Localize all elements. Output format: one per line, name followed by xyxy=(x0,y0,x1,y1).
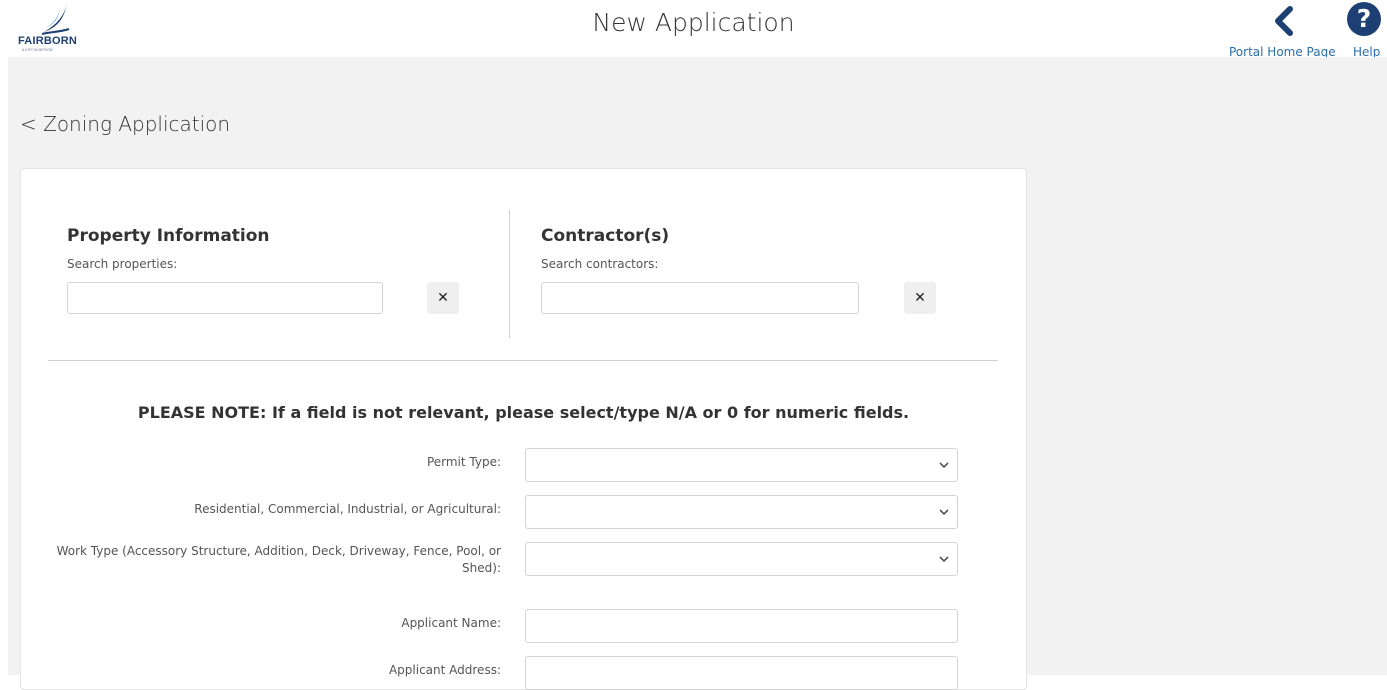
applicant-name-label: Applicant Name: xyxy=(401,616,501,630)
portal-home-link[interactable]: Portal Home Page xyxy=(1225,2,1340,59)
page-title: New Application xyxy=(592,8,795,37)
property-section-title: Property Information xyxy=(67,226,270,246)
back-link-zoning-application[interactable]: < Zoning Application xyxy=(20,112,230,136)
property-clear-button[interactable]: ✕ xyxy=(427,282,459,314)
contractors-search-hint: Search contractors: xyxy=(541,257,659,271)
notice-text: PLEASE NOTE: If a field is not relevant,… xyxy=(137,403,910,422)
app-header: FAIRBORN A CITY IN MOTION New Applicatio… xyxy=(0,0,1387,59)
section-divider-vertical xyxy=(509,210,510,338)
close-icon: ✕ xyxy=(914,290,926,306)
applicant-address-label: Applicant Address: xyxy=(388,663,501,677)
application-card: Property Information Search properties: … xyxy=(20,168,1027,690)
property-search-input[interactable] xyxy=(67,282,383,314)
applicant-name-input[interactable] xyxy=(525,609,958,643)
contractors-clear-button[interactable]: ✕ xyxy=(904,282,936,314)
chevron-down-icon xyxy=(939,509,949,516)
close-icon: ✕ xyxy=(437,290,449,306)
permit-type-select[interactable] xyxy=(525,448,958,482)
work-type-select[interactable] xyxy=(525,542,958,576)
property-class-select[interactable] xyxy=(525,495,958,529)
help-link[interactable]: ? Help xyxy=(1343,2,1383,59)
logo-subtext: A CITY IN MOTION xyxy=(22,48,53,52)
section-divider-horizontal xyxy=(48,360,998,361)
property-class-label: Residential, Commercial, Industrial, or … xyxy=(194,502,501,516)
work-type-label: Work Type (Accessory Structure, Addition… xyxy=(56,544,501,575)
chevron-down-icon xyxy=(939,556,949,563)
applicant-address-input[interactable] xyxy=(525,656,958,690)
permit-type-label: Permit Type: xyxy=(426,455,501,469)
chevron-left-icon xyxy=(1275,6,1293,36)
question-circle-icon: ? xyxy=(1347,2,1381,36)
property-search-hint: Search properties: xyxy=(67,257,178,271)
chevron-down-icon xyxy=(939,462,949,469)
contractors-search-input[interactable] xyxy=(541,282,859,314)
contractors-section-title: Contractor(s) xyxy=(541,226,670,246)
main-content: < Zoning Application Property Informatio… xyxy=(8,57,1387,690)
